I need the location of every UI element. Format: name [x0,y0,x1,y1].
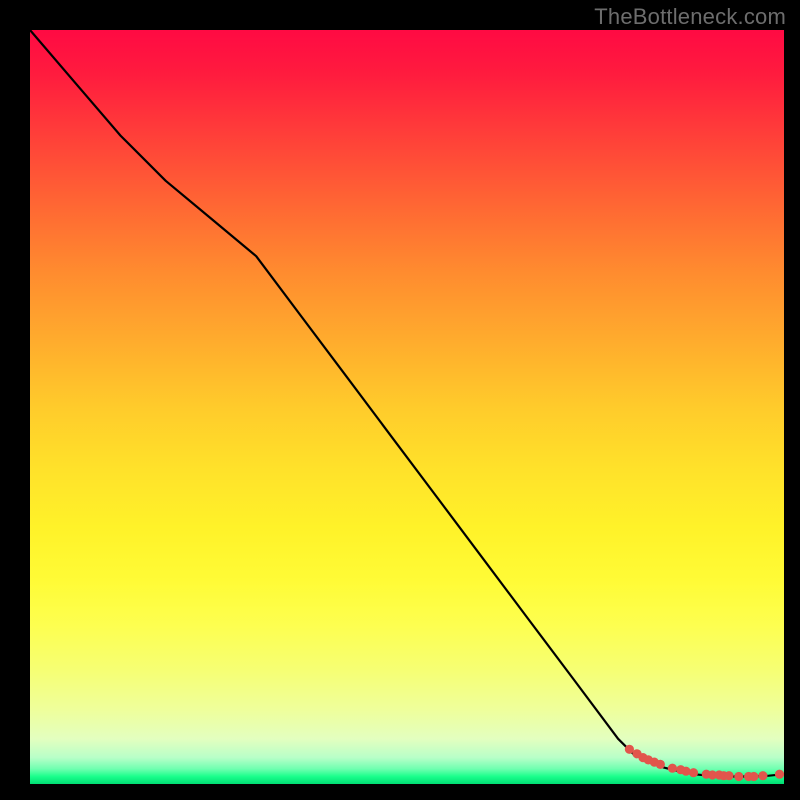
data-point [656,760,665,769]
data-point [668,764,677,773]
watermark-text: TheBottleneck.com [594,4,786,30]
data-point [758,771,767,780]
scatter-points [625,745,784,781]
plot-area [30,30,784,784]
chart-canvas: TheBottleneck.com [0,0,800,800]
chart-overlay [30,30,784,784]
data-point [689,768,698,777]
data-point [775,770,784,779]
data-point [724,771,733,780]
data-point [749,772,758,781]
data-point [734,772,743,781]
bottleneck-curve [30,30,784,777]
